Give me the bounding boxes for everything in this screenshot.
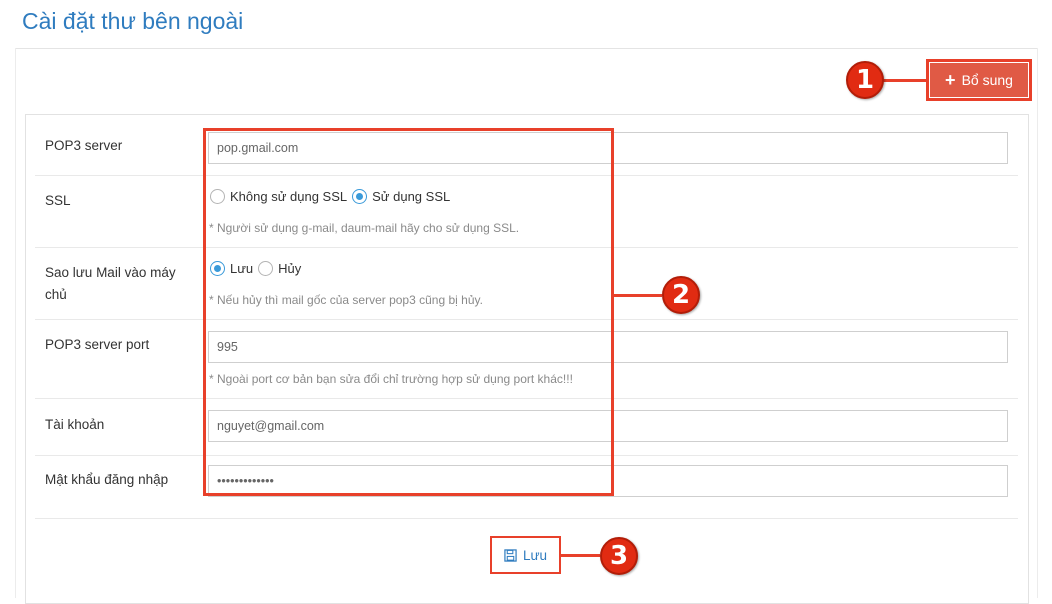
title-divider (16, 48, 1038, 49)
ssl-label: SSL (45, 193, 71, 208)
pop3-server-label: POP3 server (45, 138, 123, 153)
save-button-label: Lưu (522, 547, 548, 563)
callout-1-connector (883, 79, 927, 82)
content-border-left (15, 48, 16, 598)
callout-badge-3: 3 (600, 537, 638, 575)
callout-2-connector (612, 294, 662, 297)
row-divider (35, 518, 1018, 519)
save-button[interactable]: Lưu (490, 536, 561, 574)
page-title: Cài đặt thư bên ngoài (22, 8, 244, 34)
port-label: POP3 server port (45, 337, 150, 352)
callout-3-connector (560, 554, 600, 557)
content-border-right (1037, 48, 1038, 598)
account-label: Tài khoản (45, 417, 105, 432)
callout-2-frame (203, 128, 614, 496)
backup-label: Sao lưu Mail vào máy chủ (45, 265, 176, 302)
callout-1-frame (926, 59, 1032, 101)
callout-badge-1: 1 (846, 61, 884, 99)
callout-badge-2: 2 (662, 276, 700, 314)
password-label: Mật khẩu đăng nhập (45, 472, 169, 487)
floppy-disk-icon (504, 548, 517, 562)
